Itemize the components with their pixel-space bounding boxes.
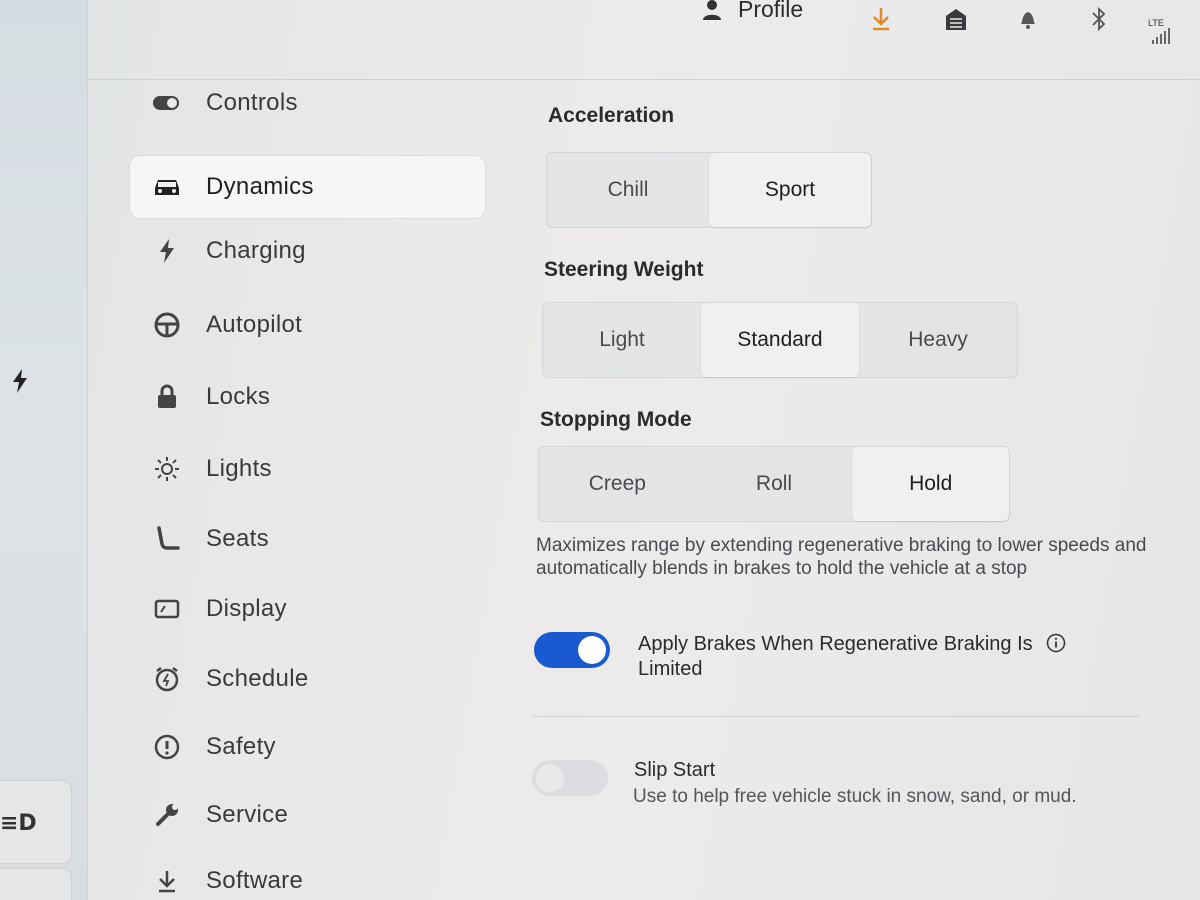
steering-option-standard[interactable]: Standard: [701, 303, 859, 377]
car-icon: [152, 172, 182, 202]
sidebar-item-software[interactable]: Software: [130, 850, 485, 900]
strip-button[interactable]: [0, 868, 72, 900]
left-strip: ≡D: [0, 0, 88, 900]
apply-brakes-label: Apply Brakes When Regenerative Braking I…: [638, 632, 1138, 682]
acceleration-option-chill[interactable]: Chill: [547, 153, 709, 227]
apply-brakes-label-line1: Apply Brakes When Regenerative Braking I…: [638, 633, 1033, 655]
wrench-icon: [152, 800, 182, 830]
download-icon[interactable]: [870, 6, 892, 32]
alert-icon: [152, 732, 182, 762]
sidebar-item-display[interactable]: Display: [130, 578, 485, 640]
apply-brakes-toggle[interactable]: [534, 632, 610, 668]
sidebar-item-safety[interactable]: Safety: [130, 716, 485, 778]
sidebar-item-charging[interactable]: Charging: [130, 220, 485, 282]
toggle-icon: [152, 88, 182, 118]
lock-icon: [152, 382, 182, 412]
sidebar-item-label: Charging: [206, 237, 306, 264]
apply-brakes-label-line2: Limited: [638, 658, 703, 680]
acceleration-selector: Chill Sport: [546, 152, 872, 228]
display-icon: [152, 594, 182, 624]
steering-wheel-icon: [152, 310, 182, 340]
sidebar-item-controls[interactable]: Controls: [130, 72, 485, 134]
sidebar-item-locks[interactable]: Locks: [130, 366, 485, 428]
sidebar-item-label: Seats: [206, 525, 269, 552]
toggle-knob: [578, 636, 606, 664]
info-icon[interactable]: [1046, 633, 1066, 653]
acceleration-title: Acceleration: [548, 104, 675, 127]
headlight-icon: ≡D: [0, 811, 37, 836]
bolt-icon: [13, 369, 27, 393]
slip-start-description: Use to help free vehicle stuck in snow, …: [633, 786, 1077, 807]
sidebar-item-autopilot[interactable]: Autopilot: [130, 294, 485, 356]
steering-option-heavy[interactable]: Heavy: [859, 303, 1017, 377]
sidebar-item-label: Software: [206, 867, 304, 894]
sidebar-item-dynamics[interactable]: Dynamics: [130, 156, 485, 218]
stopping-option-hold[interactable]: Hold: [852, 447, 1010, 521]
sidebar-item-label: Dynamics: [206, 173, 314, 200]
sun-icon: [152, 454, 182, 484]
steering-weight-selector: Light Standard Heavy: [542, 302, 1018, 378]
stopping-mode-title: Stopping Mode: [540, 408, 692, 431]
sidebar-item-label: Lights: [206, 455, 272, 482]
acceleration-option-sport[interactable]: Sport: [709, 153, 871, 227]
sidebar-item-schedule[interactable]: Schedule: [130, 648, 485, 710]
seat-icon: [152, 524, 182, 554]
sidebar-item-label: Service: [206, 801, 289, 828]
person-icon: [703, 0, 721, 20]
download-icon: [152, 866, 182, 896]
status-bar: Profile LTE: [88, 0, 1200, 80]
sidebar-item-label: Safety: [206, 733, 276, 760]
steering-option-light[interactable]: Light: [543, 303, 701, 377]
sidebar-item-seats[interactable]: Seats: [130, 508, 485, 570]
sidebar-item-lights[interactable]: Lights: [130, 438, 485, 500]
stopping-option-creep[interactable]: Creep: [539, 447, 696, 521]
sidebar-item-label: Locks: [206, 383, 271, 410]
sidebar-item-service[interactable]: Service: [130, 784, 485, 846]
bolt-icon: [152, 236, 182, 266]
slip-start-toggle[interactable]: [532, 760, 608, 796]
sidebar-item-label: Controls: [206, 89, 298, 116]
sidebar-item-label: Schedule: [206, 665, 309, 692]
toggle-knob: [536, 764, 564, 792]
stopping-mode-description: Maximizes range by extending regenerativ…: [536, 535, 1147, 579]
clock-icon: [152, 664, 182, 694]
steering-weight-title: Steering Weight: [544, 258, 704, 281]
divider: [532, 716, 1140, 717]
bluetooth-icon[interactable]: [1090, 6, 1108, 32]
sidebar-item-label: Display: [206, 595, 287, 622]
stopping-option-roll[interactable]: Roll: [696, 447, 853, 521]
bell-icon[interactable]: [1018, 6, 1038, 30]
garage-icon[interactable]: [944, 6, 968, 32]
lte-signal-icon: LTE: [1146, 18, 1176, 48]
stopping-mode-selector: Creep Roll Hold: [538, 446, 1010, 522]
screen: ≡D Profile LTE Controls Dynamics Chargin…: [0, 0, 1200, 900]
headlight-button[interactable]: ≡D: [0, 780, 72, 864]
profile-label: Profile: [738, 0, 804, 22]
slip-start-label: Slip Start: [634, 759, 716, 781]
profile-button[interactable]: Profile: [702, 0, 803, 23]
sidebar-item-label: Autopilot: [206, 311, 303, 338]
